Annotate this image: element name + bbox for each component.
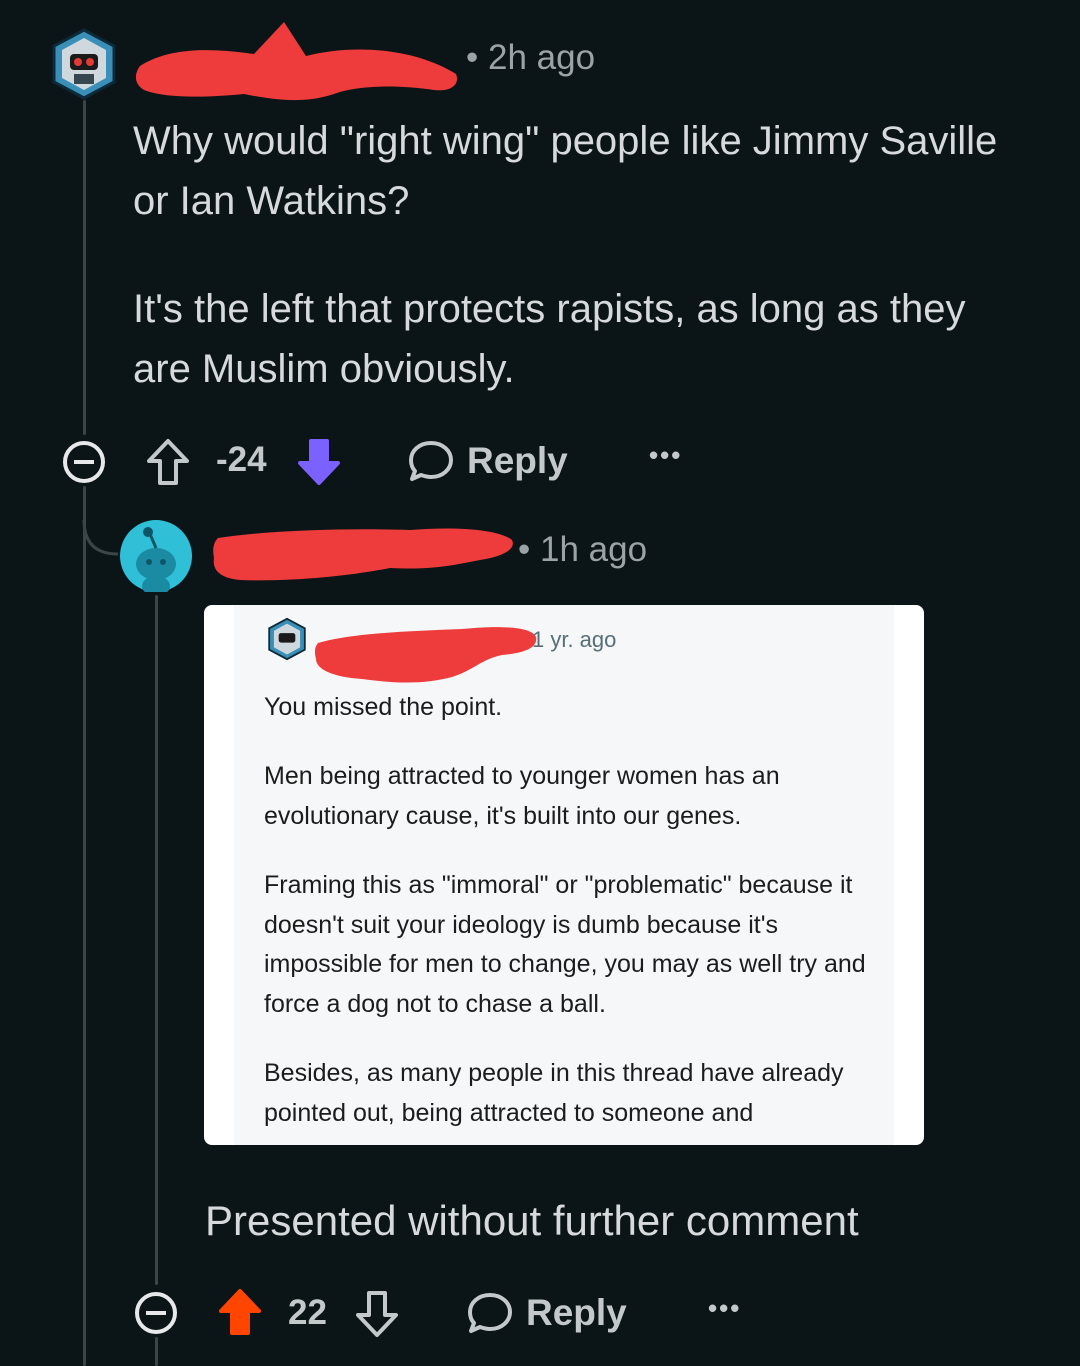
reply-icon — [468, 1293, 512, 1333]
downvote-icon — [356, 1291, 398, 1337]
thread-line-1-lower — [83, 486, 86, 1366]
collapse-icon — [135, 1292, 177, 1334]
reply-icon — [409, 441, 453, 481]
comment1-paragraph: Why would "right wing" people like Jimmy… — [133, 119, 998, 223]
embedded-paragraph: Besides, as many people in this thread h… — [264, 1059, 844, 1127]
comment2-timestamp: • 1h ago — [518, 530, 648, 569]
upvote-button[interactable] — [144, 436, 192, 488]
embedded-avatar-icon — [268, 617, 306, 661]
comment2-text: Presented without further comment — [205, 1197, 859, 1244]
thread-line-2-lower — [155, 1337, 158, 1366]
downvote-button[interactable] — [295, 436, 343, 488]
comment1-reply-button[interactable]: Reply — [407, 437, 568, 485]
redacted-username-2 — [213, 528, 513, 581]
embedded-paragraph: Men being attracted to younger women has… — [264, 762, 780, 830]
comment1-body: Why would "right wing" people like Jimmy… — [133, 111, 1033, 399]
comment2-more-button[interactable]: ••• — [708, 1293, 741, 1324]
comment2-score: 22 — [288, 1293, 327, 1332]
comment2-avatar[interactable] — [120, 520, 192, 596]
collapse-button[interactable] — [61, 439, 107, 485]
thread-connector — [82, 520, 119, 556]
collapse-icon — [63, 441, 105, 483]
thread-line-2 — [155, 595, 158, 1285]
snoo-avatar-icon — [120, 520, 192, 596]
comment1-timestamp: • 2h ago — [466, 38, 596, 77]
meta-dot: • — [518, 530, 540, 569]
embedded-timestamp: 1 yr. ago — [532, 627, 617, 652]
thread-line-1 — [83, 100, 86, 435]
downvote-button[interactable] — [353, 1288, 401, 1340]
downvote-icon — [298, 439, 340, 485]
upvote-icon — [147, 439, 189, 485]
embedded-redacted-username — [314, 627, 537, 683]
meta-dot: • — [466, 38, 488, 77]
upvote-icon — [219, 1289, 261, 1335]
collapse-button[interactable] — [133, 1290, 179, 1336]
embedded-paragraph: Framing this as "immoral" or "problemati… — [264, 871, 866, 1018]
embedded-screenshot[interactable]: 1 yr. ago You missed the point. Men bein… — [204, 605, 924, 1145]
comment1-avatar[interactable] — [52, 28, 116, 100]
robot-avatar-icon — [52, 28, 116, 100]
reply-label: Reply — [467, 440, 568, 481]
comment2-reply-button[interactable]: Reply — [466, 1289, 627, 1337]
comment1-paragraph: It's the left that protects rapists, as … — [133, 287, 966, 391]
embedded-paragraph: You missed the point. — [264, 693, 503, 721]
redacted-username-1 — [135, 22, 458, 101]
reply-label: Reply — [526, 1292, 627, 1333]
comment1-score: -24 — [216, 440, 267, 479]
comment1-more-button[interactable]: ••• — [649, 440, 682, 471]
upvote-button[interactable] — [216, 1286, 264, 1338]
